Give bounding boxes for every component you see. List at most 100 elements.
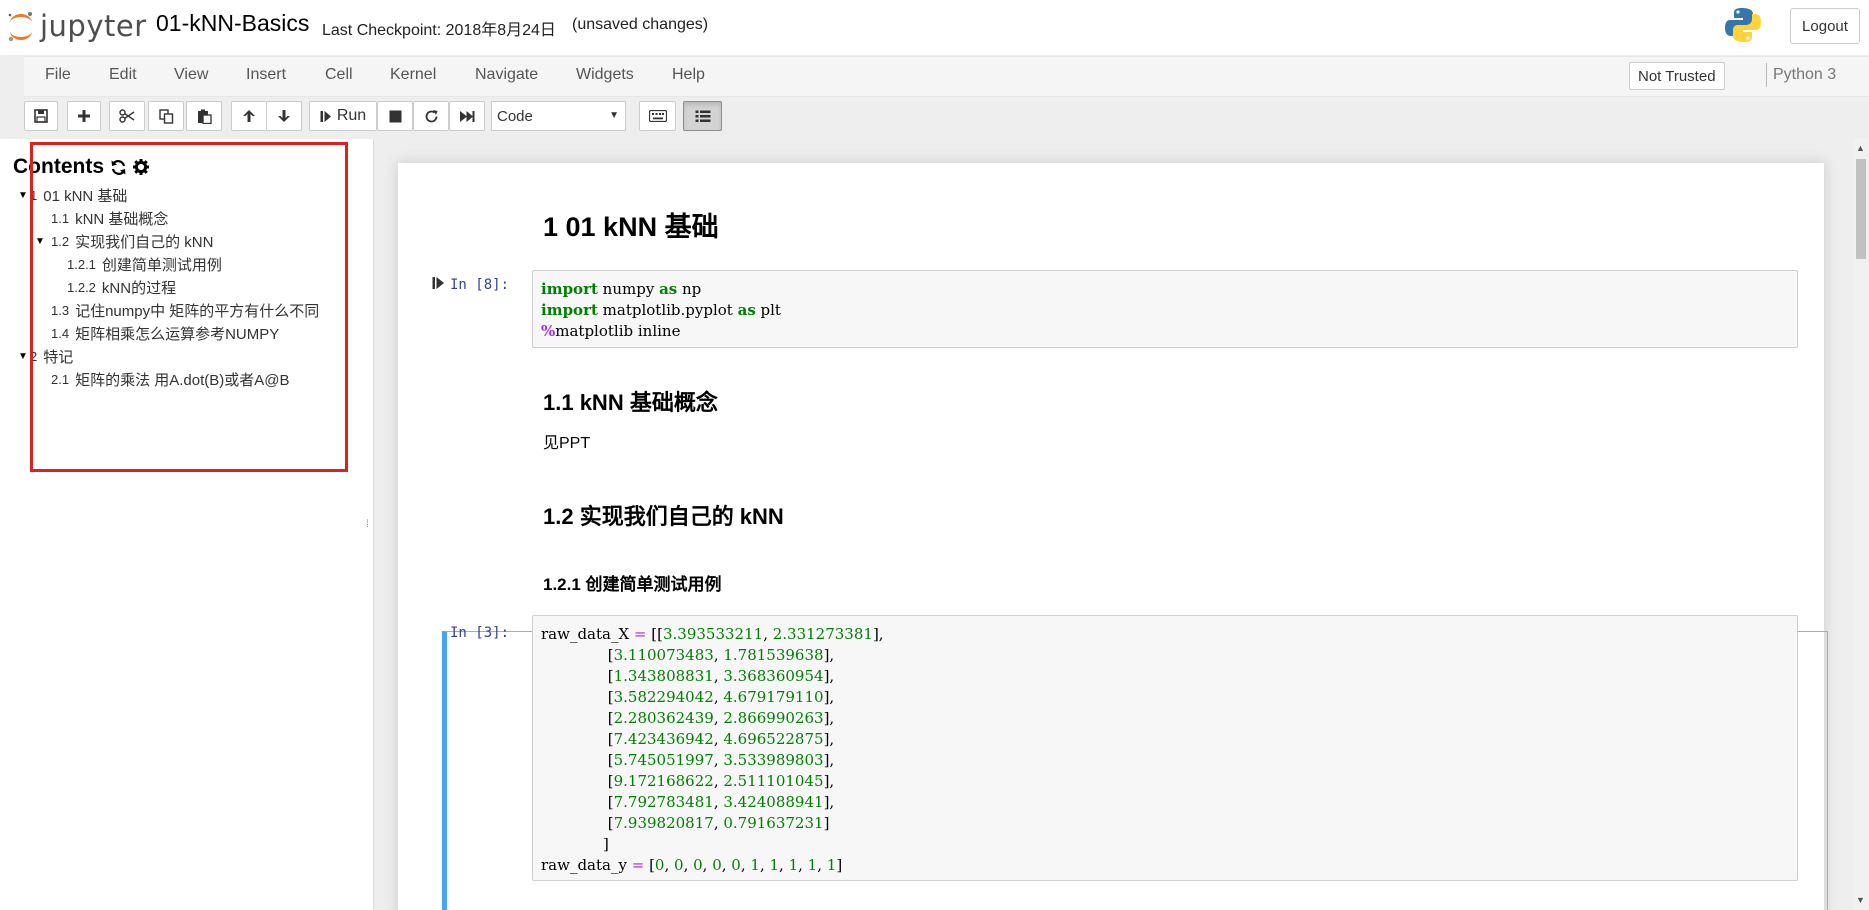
stop-icon [389,110,401,122]
jupyter-logo[interactable]: jupyter [6,8,147,44]
heading-3[interactable]: 1.2.1 创建简单测试用例 [543,570,722,595]
step-forward-icon [320,110,331,122]
arrow-up-icon [243,110,255,122]
toc-item-number: 1.2 [51,234,70,249]
toc-item-label: 记住numpy中 矩阵的平方有什么不同 [75,303,320,320]
heading-2[interactable]: 1.2 实现我们自己的 kNN [543,499,784,531]
interrupt-kernel-button[interactable] [377,101,413,131]
restart-kernel-button[interactable] [413,101,449,131]
toc-item-label: kNN 基础概念 [75,211,169,228]
fast-forward-icon [460,110,475,122]
scrollbar-thumb[interactable] [1856,159,1866,259]
move-down-button[interactable] [266,101,302,131]
toc-item-label: 创建简单测试用例 [101,257,222,274]
cell-type-value: Code [497,107,533,125]
refresh-icon [425,109,437,122]
toc-title: Contents [13,155,104,178]
chevron-down-icon: ▼ [609,110,619,121]
menu-insert[interactable]: Insert [246,66,286,84]
command-palette-button[interactable] [639,101,676,131]
notebook-scrollbar[interactable]: ▲ ▼ [1853,139,1869,910]
plus-icon [78,110,90,122]
toc-item-number: 2 [30,349,38,364]
toc-item-number: 1.4 [51,326,70,341]
heading-1[interactable]: 1 01 kNN 基础 [543,205,719,244]
notebook-container: 1 01 kNN 基础 In [8]: import numpy as np i… [374,139,1854,910]
code-line: import numpy as np [541,280,702,298]
menu-edit[interactable]: Edit [109,66,137,84]
toc-item-1-3[interactable]: 1.3 记住numpy中 矩阵的平方有什么不同 [51,300,319,321]
code-line: %matplotlib inline [541,322,681,340]
menu-view[interactable]: View [174,66,208,84]
heading-2[interactable]: 1.1 kNN 基础概念 [543,385,718,417]
toolbar: Run Code ▼ [0,97,1869,139]
save-icon [34,109,48,123]
move-up-button[interactable] [231,101,267,131]
python-logo-icon [1725,8,1761,42]
cell-type-select[interactable]: Code ▼ [491,101,626,131]
menu-cell[interactable]: Cell [325,66,353,84]
run-button-label: Run [336,107,367,124]
logout-button[interactable]: Logout [1790,8,1860,44]
cell-prompt: In [8]: [450,277,510,293]
code-line: [1.343808831, 3.368360954], [541,667,835,685]
notebook-title[interactable]: 01-kNN-Basics [156,10,309,37]
caret-down-icon[interactable]: ▼ [18,351,30,362]
menu-kernel[interactable]: Kernel [390,66,436,84]
toc-item-number: 1.3 [51,303,70,318]
refresh-icon [111,159,126,175]
scroll-down-icon[interactable]: ▼ [1856,895,1865,905]
toc-item-1-2[interactable]: ▼ 1.2 实现我们自己的 kNN [35,231,213,252]
cut-button[interactable] [109,101,145,131]
checkpoint-status: Last Checkpoint: 2018年8月24日 [322,22,556,39]
run-cell-icon[interactable] [432,276,445,290]
toc-refresh-button[interactable] [110,159,127,176]
arrow-down-icon [278,110,290,122]
toc-item-number: 1.2.2 [67,280,96,295]
toc-toggle-button[interactable] [683,101,722,131]
code-line: raw_data_y = [0, 0, 0, 0, 0, 1, 1, 1, 1,… [541,856,843,874]
toc-settings-button[interactable] [133,159,149,175]
toc-item-1-2-1[interactable]: 1.2.1 创建简单测试用例 [67,254,222,275]
jupyter-logo-icon [8,12,32,42]
code-line: raw_data_X = [[3.393533211, 2.331273381]… [541,625,884,643]
not-trusted-button[interactable]: Not Trusted [1629,62,1725,90]
kernel-divider [1766,63,1767,87]
code-line: ] [541,835,609,853]
toc-item-2[interactable]: ▼ 2 特记 [18,346,73,367]
insert-cell-button[interactable] [67,101,101,131]
restart-run-all-button[interactable] [449,101,485,131]
toc-item-label: 实现我们自己的 kNN [75,234,214,251]
menu-help[interactable]: Help [672,66,705,84]
toc-sidebar: Contents ▼ 1 01 kNN 基础 1.1 kNN 基础概念 ▼ 1.… [0,139,374,910]
cut-icon [119,109,135,123]
notebook-page: 1 01 kNN 基础 In [8]: import numpy as np i… [398,163,1828,910]
code-input[interactable]: raw_data_X = [[3.393533211, 2.331273381]… [532,615,1798,881]
caret-down-icon[interactable]: ▼ [35,236,51,247]
run-button[interactable]: Run [309,101,377,131]
caret-down-icon[interactable]: ▼ [18,190,30,201]
toc-item-label: kNN的过程 [101,280,177,297]
copy-icon [158,108,173,124]
scroll-up-icon[interactable]: ▲ [1856,143,1865,153]
menu-navigate[interactable]: Navigate [475,66,538,84]
code-input[interactable]: import numpy as np import matplotlib.pyp… [532,270,1798,348]
toc-item-1-1[interactable]: 1.1 kNN 基础概念 [51,208,168,229]
toc-item-2-1[interactable]: 2.1 矩阵的乘法 用A.dot(B)或者A@B [51,369,290,390]
toc-item-1[interactable]: ▼ 1 01 kNN 基础 [18,185,127,206]
save-button[interactable] [24,101,58,131]
keyboard-icon [648,110,667,122]
menu-file[interactable]: File [45,66,71,84]
toc-item-1-4[interactable]: 1.4 矩阵相乘怎么运算参考NUMPY [51,323,279,344]
copy-button[interactable] [148,101,184,131]
code-line: import matplotlib.pyplot as plt [541,301,781,319]
sidebar-resize-handle[interactable]: ⁞ [366,519,370,535]
menu-widgets[interactable]: Widgets [576,66,634,84]
toc-item-1-2-2[interactable]: 1.2.2 kNN的过程 [67,277,176,298]
kernel-name[interactable]: Python 3 [1773,66,1836,84]
markdown-paragraph[interactable]: 见PPT [543,429,590,453]
paste-button[interactable] [186,101,222,131]
gear-icon [133,159,149,175]
toc-item-label: 01 kNN 基础 [43,188,128,205]
code-line: [3.582294042, 4.679179110], [541,688,835,706]
